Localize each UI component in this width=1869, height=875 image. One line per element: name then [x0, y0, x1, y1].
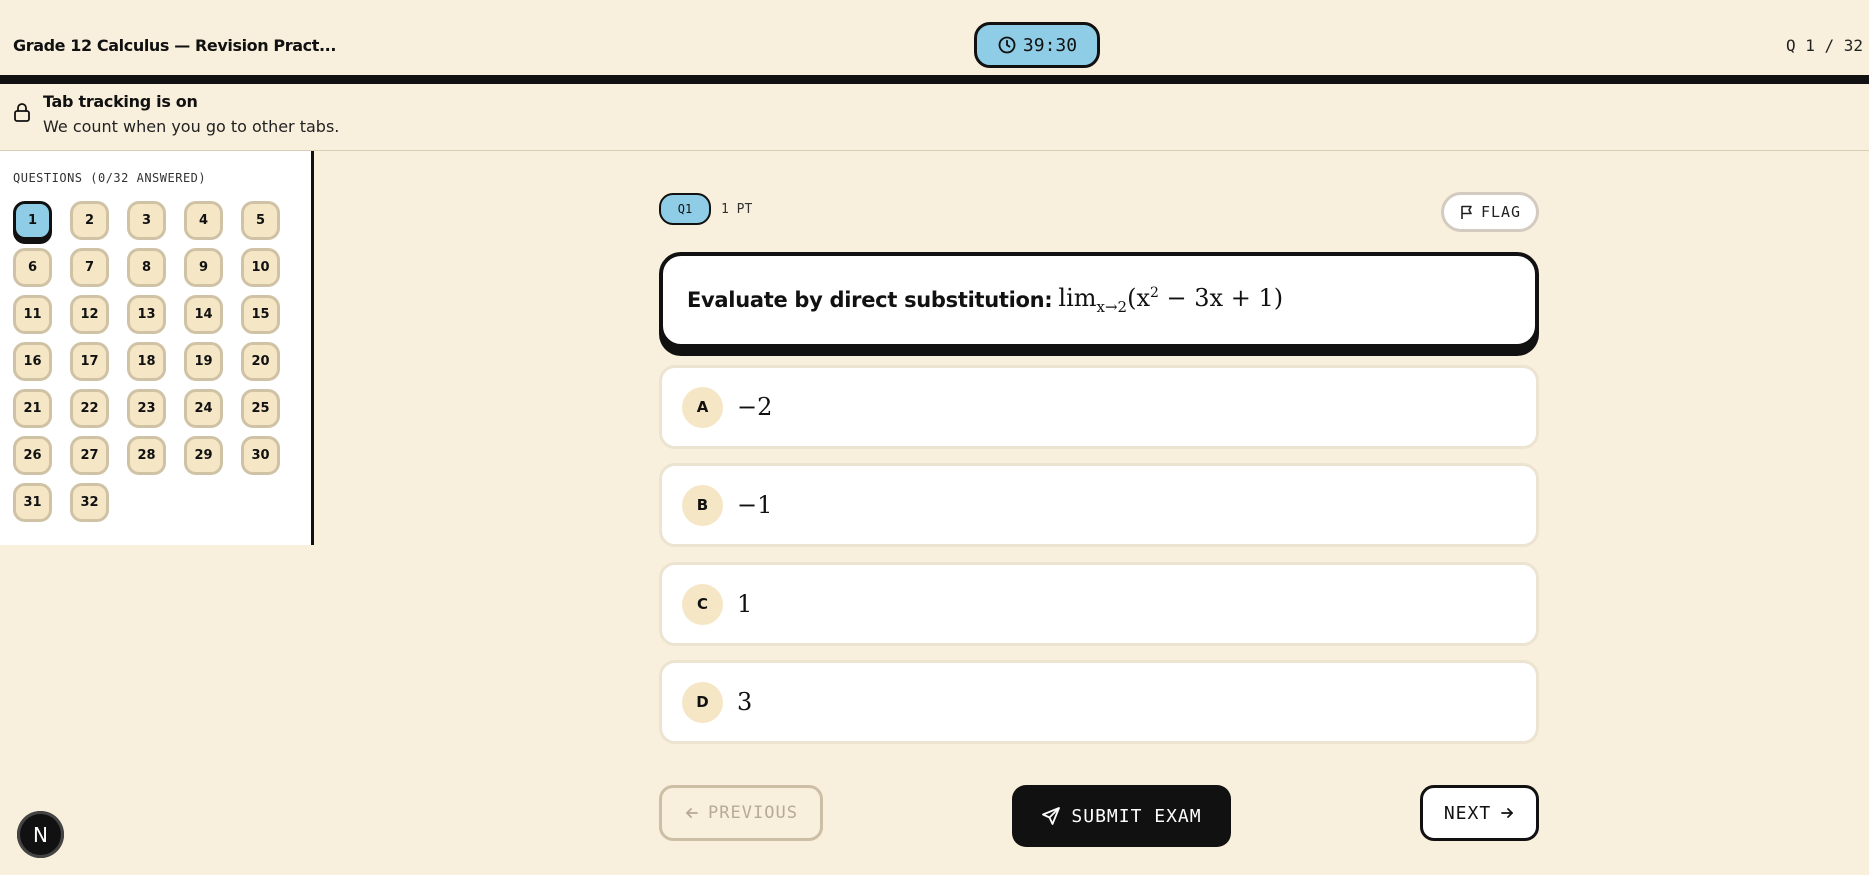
- question-nav-18[interactable]: 18: [127, 342, 166, 381]
- previous-label: PREVIOUS: [708, 803, 798, 823]
- option-letter: B: [682, 484, 723, 526]
- question-nav-8[interactable]: 8: [127, 248, 166, 287]
- math-sup: 2: [1150, 285, 1159, 302]
- option-value: −1: [737, 491, 773, 519]
- lock-icon: [14, 103, 30, 122]
- arrow-left-icon: [686, 808, 698, 818]
- framework-badge[interactable]: N: [17, 811, 64, 858]
- timer: 39:30: [974, 22, 1100, 68]
- option-letter: A: [682, 386, 723, 428]
- question-nav-5[interactable]: 5: [241, 201, 280, 240]
- option-d[interactable]: D 3: [659, 660, 1539, 744]
- question-nav-30[interactable]: 30: [241, 436, 280, 475]
- flag-label: FLAG: [1480, 203, 1522, 221]
- option-value: 3: [737, 688, 753, 716]
- banner-subtitle: We count when you go to other tabs.: [43, 117, 340, 136]
- question-grid: 1 2 3 4 5 6 7 8 9 10 11 12 13 14 15 16 17 18 19 20 21 22 23 24 2…: [13, 201, 280, 522]
- question-nav-32[interactable]: 32: [70, 483, 109, 522]
- option-b[interactable]: B −1: [659, 463, 1539, 547]
- question-counter: Q 1 / 32: [1785, 36, 1863, 55]
- math-open: (x: [1127, 284, 1150, 313]
- previous-button[interactable]: PREVIOUS: [659, 785, 823, 841]
- option-a[interactable]: A −2: [659, 365, 1539, 449]
- timer-value: 39:30: [1022, 34, 1078, 56]
- question-nav-17[interactable]: 17: [70, 342, 109, 381]
- question-nav-29[interactable]: 29: [184, 436, 223, 475]
- question-navigator: QUESTIONS (0/32 ANSWERED) 1 2 3 4 5 6 7 8 9 10 11 1…: [0, 151, 314, 545]
- clock-icon: [998, 36, 1016, 54]
- question-number-badge: Q1: [659, 193, 711, 225]
- math-lim: lim: [1058, 284, 1097, 313]
- math-rest: − 3x + 1): [1158, 284, 1284, 313]
- question-expression: limx→2(x2 − 3x + 1): [1058, 284, 1283, 316]
- question-nav-27[interactable]: 27: [70, 436, 109, 475]
- arrow-right-icon: [1501, 808, 1514, 818]
- question-nav-26[interactable]: 26: [13, 436, 52, 475]
- next-label: NEXT: [1443, 802, 1492, 824]
- question-nav-7[interactable]: 7: [70, 248, 109, 287]
- flag-button[interactable]: FLAG: [1441, 192, 1539, 232]
- question-nav-28[interactable]: 28: [127, 436, 166, 475]
- question-nav-9[interactable]: 9: [184, 248, 223, 287]
- question-points: 1 PT: [721, 202, 753, 217]
- option-value: 1: [737, 590, 753, 618]
- question-nav-12[interactable]: 12: [70, 295, 109, 334]
- option-c[interactable]: C 1: [659, 562, 1539, 646]
- question-nav-10[interactable]: 10: [241, 248, 280, 287]
- question-nav-22[interactable]: 22: [70, 389, 109, 428]
- question-nav-11[interactable]: 11: [13, 295, 52, 334]
- exam-title: Grade 12 Calculus — Revision Pract...: [13, 36, 336, 55]
- question-nav-15[interactable]: 15: [241, 295, 280, 334]
- option-value: −2: [737, 393, 773, 421]
- question-nav-24[interactable]: 24: [184, 389, 223, 428]
- send-icon: [1042, 807, 1061, 825]
- question-nav-14[interactable]: 14: [184, 295, 223, 334]
- question-nav-1[interactable]: 1: [13, 201, 52, 240]
- question-nav-21[interactable]: 21: [13, 389, 52, 428]
- navigator-title: QUESTIONS (0/32 ANSWERED): [13, 171, 207, 185]
- question-prompt: Evaluate by direct substitution:: [687, 288, 1053, 312]
- banner-title: Tab tracking is on: [43, 92, 198, 111]
- question-nav-16[interactable]: 16: [13, 342, 52, 381]
- question-card: Evaluate by direct substitution: limx→2(…: [659, 252, 1539, 348]
- option-letter: C: [682, 583, 723, 625]
- top-bar: Grade 12 Calculus — Revision Pract... 39…: [0, 0, 1869, 84]
- question-nav-3[interactable]: 3: [127, 201, 166, 240]
- question-nav-2[interactable]: 2: [70, 201, 109, 240]
- question-nav-6[interactable]: 6: [13, 248, 52, 287]
- flag-icon: [1461, 205, 1472, 219]
- next-button[interactable]: NEXT: [1420, 785, 1539, 841]
- option-letter: D: [682, 681, 723, 723]
- math-sub: x→2: [1096, 297, 1128, 316]
- question-nav-4[interactable]: 4: [184, 201, 223, 240]
- question-nav-31[interactable]: 31: [13, 483, 52, 522]
- submit-exam-button[interactable]: SUBMIT EXAM: [1012, 785, 1231, 847]
- badge-letter: N: [33, 822, 48, 847]
- question-nav-13[interactable]: 13: [127, 295, 166, 334]
- tab-tracking-banner: Tab tracking is on We count when you go …: [0, 84, 1869, 151]
- question-nav-20[interactable]: 20: [241, 342, 280, 381]
- submit-label: SUBMIT EXAM: [1071, 805, 1202, 827]
- question-nav-19[interactable]: 19: [184, 342, 223, 381]
- question-nav-25[interactable]: 25: [241, 389, 280, 428]
- question-nav-23[interactable]: 23: [127, 389, 166, 428]
